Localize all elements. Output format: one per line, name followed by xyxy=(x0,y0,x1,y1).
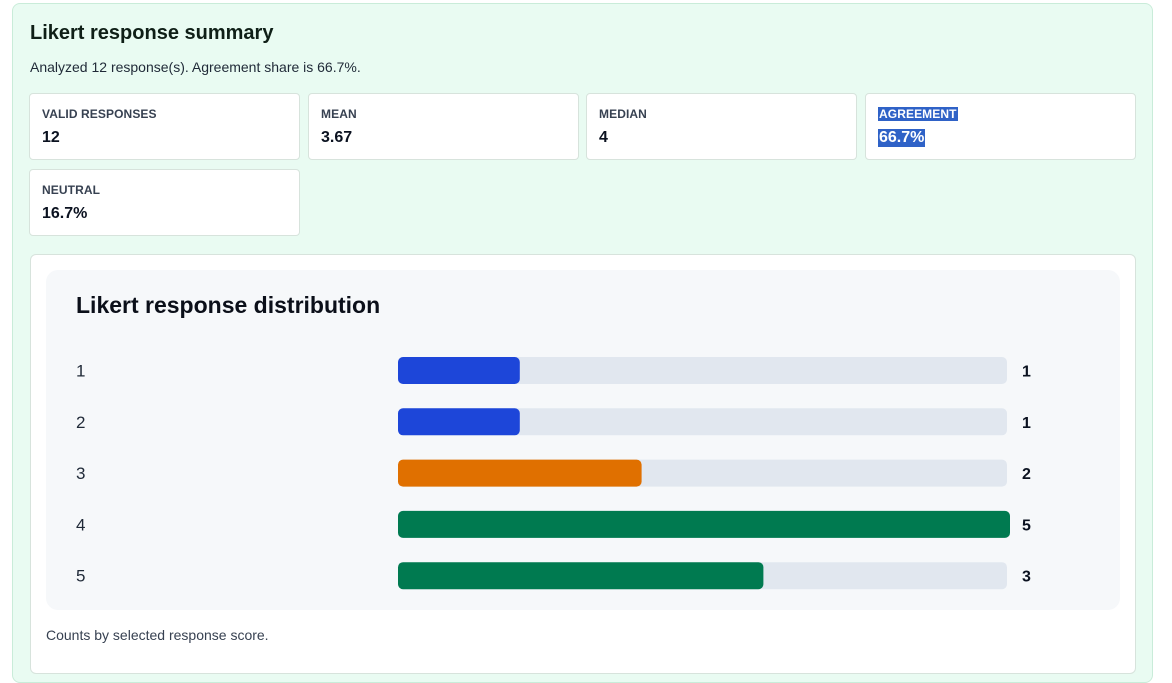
bar xyxy=(398,357,520,384)
agreement-card: AGREEMENT 66.7% xyxy=(865,93,1136,160)
value-label: 3 xyxy=(1022,569,1031,586)
chart-card: Likert response distribution 1121324553 … xyxy=(30,254,1136,674)
card-label: MEAN xyxy=(321,107,357,121)
category-label: 2 xyxy=(76,413,85,432)
median-card: MEDIAN 4 xyxy=(586,93,857,160)
card-value: 16.7% xyxy=(42,205,88,222)
mean-card: MEAN 3.67 xyxy=(308,93,579,160)
bar xyxy=(398,459,642,487)
chart-area: Likert response distribution 1121324553 xyxy=(46,270,1120,610)
card-value: 12 xyxy=(42,129,60,146)
category-label: 3 xyxy=(76,464,85,483)
chart-caption: Counts by selected response score. xyxy=(46,627,269,643)
category-label: 1 xyxy=(76,362,85,381)
bar xyxy=(398,408,520,436)
value-label: 5 xyxy=(1022,517,1031,534)
likert-summary-panel: Likert response summary Analyzed 12 resp… xyxy=(12,3,1153,683)
value-label: 1 xyxy=(1022,364,1031,381)
card-value: 4 xyxy=(599,129,608,146)
card-label: NEUTRAL xyxy=(42,183,101,197)
card-label: VALID RESPONSES xyxy=(42,107,157,121)
value-label: 2 xyxy=(1022,466,1031,483)
category-label: 4 xyxy=(76,515,85,534)
bar xyxy=(398,562,764,590)
card-label: MEDIAN xyxy=(599,107,647,121)
summary-subtitle: Analyzed 12 response(s). Agreement share… xyxy=(30,59,361,75)
summary-title: Likert response summary xyxy=(30,22,274,44)
card-value: 3.67 xyxy=(321,129,353,146)
value-label: 1 xyxy=(1022,415,1031,432)
bar-chart: 1 1 2 1 3 2 4 5 5 3 xyxy=(76,357,1031,590)
category-label: 5 xyxy=(76,567,85,586)
valid-responses-card: VALID RESPONSES 12 xyxy=(29,93,300,160)
card-label: AGREEMENT xyxy=(878,107,958,121)
card-value: 66.7% xyxy=(878,129,926,147)
neutral-card: NEUTRAL 16.7% xyxy=(29,169,300,236)
bar xyxy=(398,510,1010,538)
